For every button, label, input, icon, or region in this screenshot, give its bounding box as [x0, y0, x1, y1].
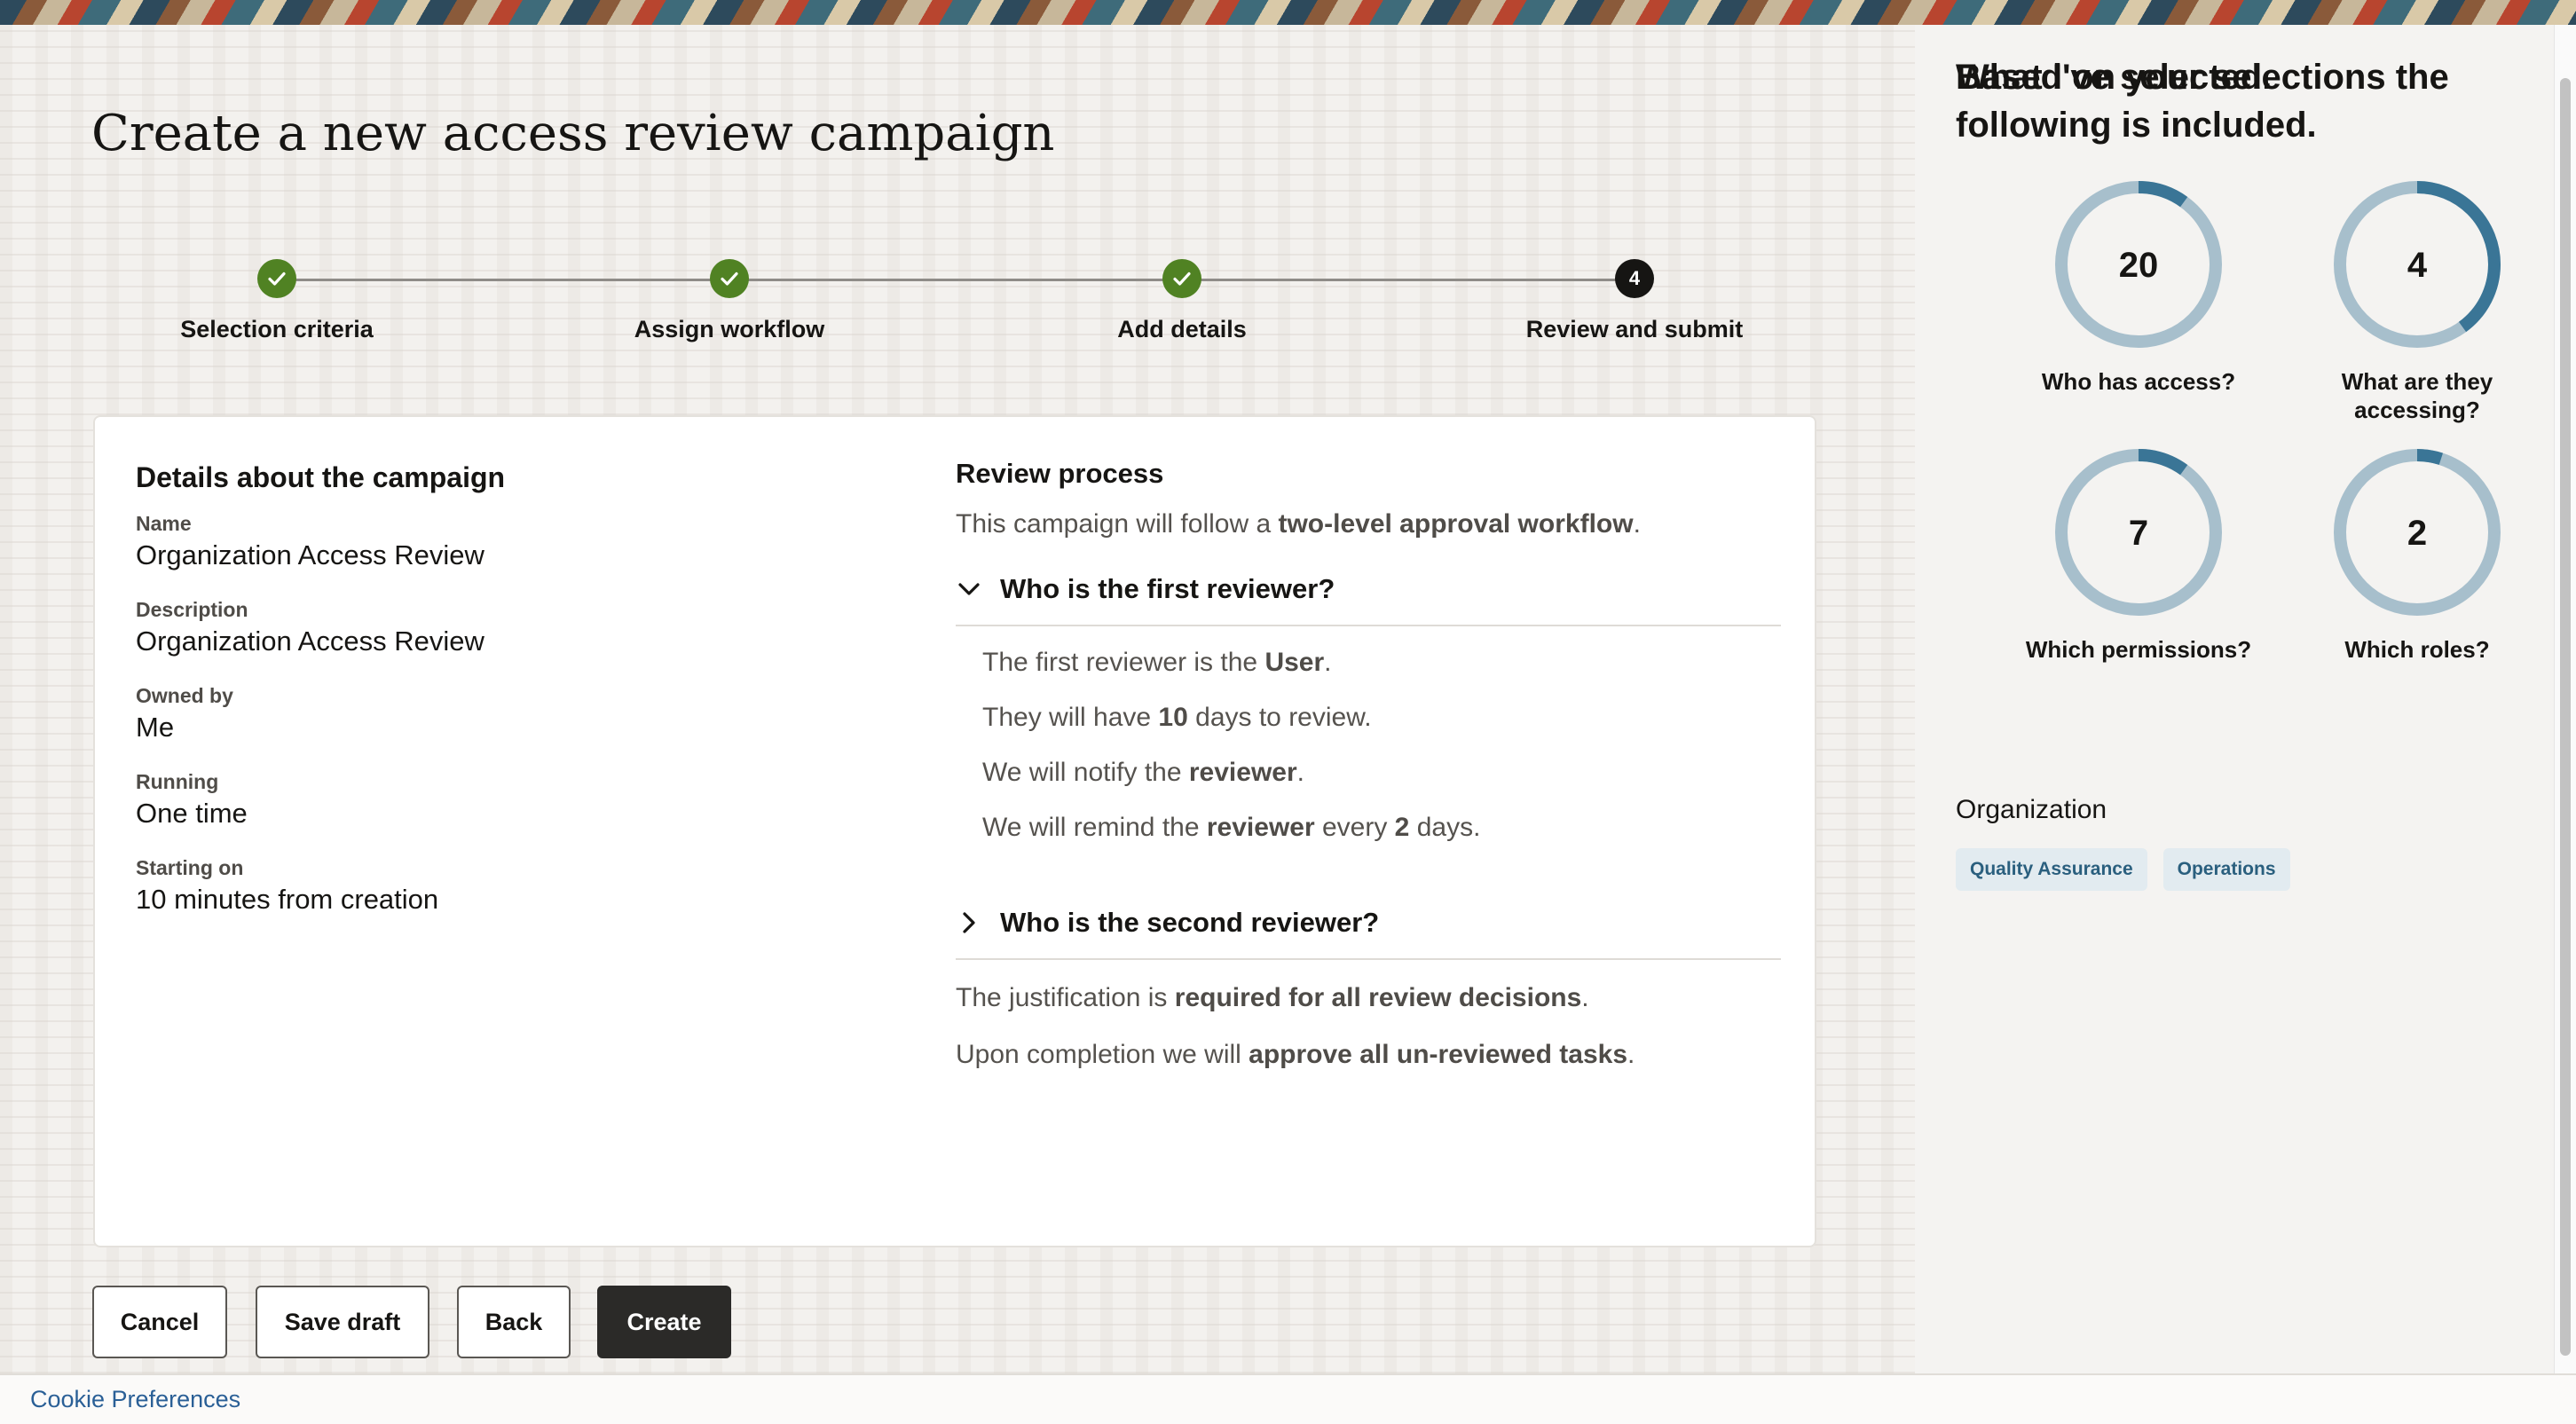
justification-line: The justification is required for all re… [956, 983, 1589, 1012]
ring-label: Which roles? [2344, 636, 2490, 663]
step-selection-criteria[interactable]: Selection criteria [99, 254, 454, 343]
which-roles-metric[interactable]: 2 Which roles? [2284, 444, 2550, 664]
step-label: Selection criteria [180, 316, 374, 342]
summary-card: Details about the campaign Name Organiza… [93, 415, 1816, 1247]
step-number: 4 [1615, 259, 1654, 298]
ring-value: 7 [2129, 514, 2148, 553]
check-icon [1162, 259, 1201, 298]
first-reviewer-accordion-toggle[interactable]: Who is the first reviewer? [956, 539, 1781, 626]
chevron-down-icon [958, 583, 980, 595]
create-button[interactable]: Create [597, 1286, 731, 1358]
field-label: Running [136, 770, 219, 793]
ring-value: 20 [2119, 246, 2159, 285]
field-value: 10 minutes from creation [136, 884, 439, 915]
which-permissions-metric[interactable]: 7 Which permissions? [2005, 444, 2272, 664]
second-reviewer-accordion-toggle[interactable]: Who is the second reviewer? [956, 903, 1781, 960]
step-label: Review and submit [1525, 316, 1744, 342]
ring-label: What are they accessing? [2341, 368, 2493, 423]
campaign-details: Details about the campaign Name Organiza… [136, 461, 846, 942]
vertical-scrollbar[interactable] [2554, 25, 2576, 1373]
progress-ring: 7 [2055, 449, 2222, 616]
ring-label: Who has access? [2041, 368, 2236, 395]
review-duration-line: They will have 10 days to review. [982, 703, 1372, 732]
ring-value: 2 [2407, 514, 2427, 553]
field-label: Starting on [136, 856, 244, 879]
back-button[interactable]: Back [457, 1286, 571, 1358]
field-value: Organization Access Review [136, 625, 484, 657]
field-name: Name Organization Access Review [136, 512, 846, 571]
check-icon [710, 259, 749, 298]
progress-ring: 20 [2055, 181, 2222, 348]
field-value: Me [136, 712, 175, 743]
step-label: Add details [1117, 316, 1247, 342]
footer: Cookie Preferences [0, 1373, 2576, 1424]
what-accessing-metric[interactable]: 4 What are they accessing? [2284, 176, 2550, 424]
cookie-preferences-link[interactable]: Cookie Preferences [30, 1386, 240, 1413]
review-settings: The justification is required for all re… [956, 960, 1781, 1070]
first-reviewer-details: The first reviewer is the User. They wil… [956, 626, 1781, 903]
chip-operations[interactable]: Operations [2162, 848, 2290, 891]
selected-heading: What I've selected. [1956, 58, 2273, 97]
field-description: Description Organization Access Review [136, 598, 846, 657]
review-heading: Review process [956, 458, 1164, 489]
ring-label: Which permissions? [2025, 636, 2252, 663]
progress-ring: 2 [2334, 449, 2501, 616]
reviewer-line: The first reviewer is the User. [982, 648, 1332, 677]
field-label: Description [136, 598, 248, 621]
progress-stepper: Selection criteria Assign workflow Add d… [0, 254, 1915, 360]
step-label: Assign workflow [634, 316, 825, 342]
save-draft-button[interactable]: Save draft [256, 1286, 429, 1358]
organization-label: Organization [1956, 795, 2107, 824]
completion-line: Upon completion we will approve all un-r… [956, 1040, 1635, 1069]
who-has-access-metric[interactable]: 20 Who has access? [2005, 176, 2272, 396]
chevron-right-icon [963, 912, 975, 933]
reminder-line: We will remind the reviewer every 2 days… [982, 813, 1481, 842]
field-running: Running One time [136, 770, 846, 830]
selection-summary-panel: Based on your selections the following i… [1915, 25, 2554, 1373]
cancel-button[interactable]: Cancel [92, 1286, 227, 1358]
field-owned-by: Owned by Me [136, 684, 846, 743]
review-intro: This campaign will follow a two-level ap… [956, 509, 1641, 539]
page-title: Create a new access review campaign [91, 105, 1055, 162]
chip-quality-assurance[interactable]: Quality Assurance [1956, 848, 2147, 891]
field-label: Name [136, 512, 192, 535]
organization-chips: Quality Assurance Operations [1956, 848, 2290, 891]
step-review-and-submit[interactable]: 4 Review and submit [1457, 254, 1812, 343]
field-label: Owned by [136, 684, 233, 707]
check-icon [257, 259, 296, 298]
review-process: Review process This campaign will follow… [956, 458, 1781, 1097]
details-heading: Details about the campaign [136, 461, 506, 493]
decorative-banner [0, 0, 2576, 27]
step-add-details[interactable]: Add details [1004, 254, 1359, 343]
step-assign-workflow[interactable]: Assign workflow [552, 254, 907, 343]
ring-value: 4 [2407, 246, 2428, 285]
field-value: One time [136, 798, 248, 829]
notify-line: We will notify the reviewer. [982, 758, 1304, 787]
scrollbar-thumb[interactable] [2560, 78, 2571, 1356]
field-value: Organization Access Review [136, 539, 484, 570]
accordion-title: Who is the first reviewer? [1000, 573, 1335, 604]
field-starting-on: Starting on 10 minutes from creation [136, 856, 846, 916]
main-content: Create a new access review campaign Sele… [0, 25, 1915, 1373]
progress-ring: 4 [2334, 181, 2501, 348]
accordion-title: Who is the second reviewer? [1000, 907, 1380, 938]
